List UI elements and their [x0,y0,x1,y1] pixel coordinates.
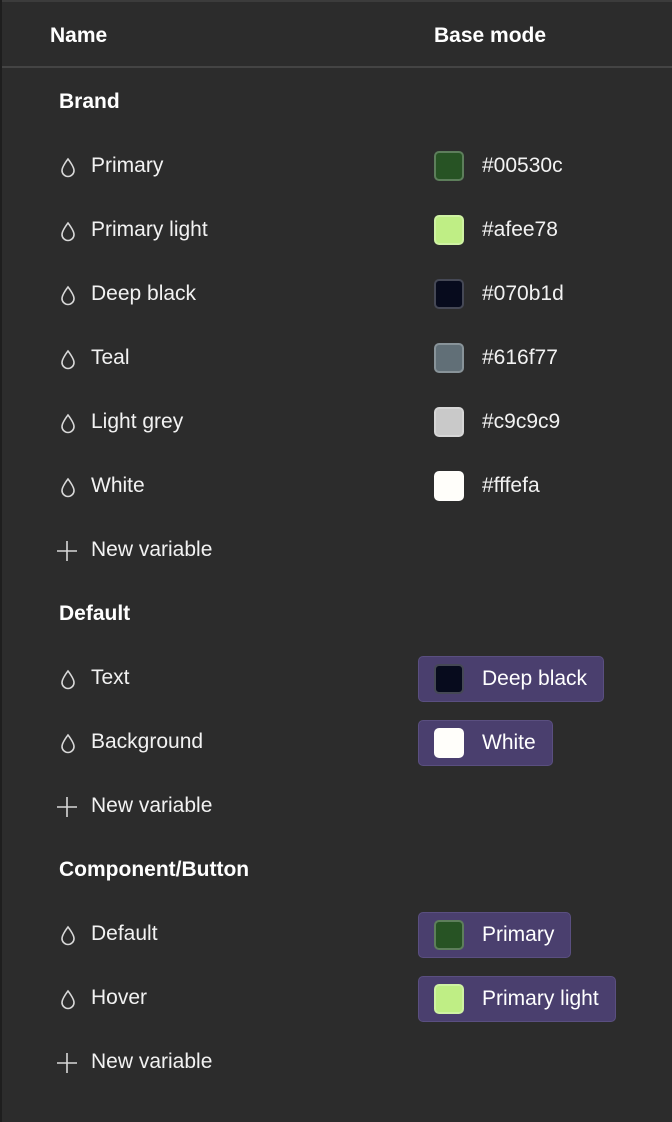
color-drop-icon [61,221,75,242]
variable-name[interactable]: Hover [91,986,147,1010]
color-hex-value[interactable]: #00530c [482,154,563,178]
color-drop-icon [61,285,75,306]
new-variable-label: New variable [91,1050,213,1073]
color-drop-icon [61,925,75,946]
variable-row-hover[interactable]: Hover Primary light [2,966,672,1030]
variable-name[interactable]: Background [91,730,203,754]
color-hex-value[interactable]: #fffefa [482,474,540,498]
column-header-name[interactable]: Name [50,24,107,48]
variable-row-primary-light[interactable]: Primary light #afee78 [2,198,672,262]
variable-row-default[interactable]: Default Primary [2,902,672,966]
variable-row-light-grey[interactable]: Light grey #c9c9c9 [2,390,672,454]
new-variable-label: New variable [91,538,213,561]
variable-name[interactable]: Text [91,666,130,690]
column-header-base-mode[interactable]: Base mode [434,24,546,48]
group-header-default[interactable]: Default [2,582,672,646]
alias-chip[interactable]: Deep black [418,656,605,702]
color-drop-icon [61,477,75,498]
alias-chip[interactable]: Primary light [418,976,616,1022]
plus-icon [57,541,77,561]
alias-label: Primary [482,923,555,946]
variable-name[interactable]: Primary [91,154,163,178]
variable-row-primary[interactable]: Primary #00530c [2,134,672,198]
alias-color-swatch [434,920,464,950]
variable-row-teal[interactable]: Teal #616f77 [2,326,672,390]
new-variable-button-component-button[interactable]: New variable [2,1030,672,1094]
variable-row-deep-black[interactable]: Deep black #070b1d [2,262,672,326]
color-hex-value[interactable]: #616f77 [482,346,558,370]
color-hex-value[interactable]: #afee78 [482,218,558,242]
group-title: Component/Button [59,858,250,881]
color-hex-value[interactable]: #c9c9c9 [482,410,560,434]
color-drop-icon [61,989,75,1010]
alias-label: Deep black [482,667,588,690]
plus-icon [57,1053,77,1073]
alias-color-swatch [434,728,464,758]
variable-name[interactable]: Light grey [91,410,183,434]
color-swatch[interactable] [434,151,464,181]
variable-row-white[interactable]: White #fffefa [2,454,672,518]
alias-color-swatch [434,664,464,694]
alias-color-swatch [434,984,464,1014]
plus-icon [57,797,77,817]
variable-name[interactable]: Deep black [91,282,196,306]
group-title: Brand [59,90,120,113]
variable-row-background[interactable]: Background White [2,710,672,774]
group-header-component-button[interactable]: Component/Button [2,838,672,902]
variable-row-text[interactable]: Text Deep black [2,646,672,710]
color-swatch[interactable] [434,471,464,501]
color-drop-icon [61,413,75,434]
group-title: Default [59,602,131,625]
new-variable-button-default[interactable]: New variable [2,774,672,838]
variable-name[interactable]: Teal [91,346,130,370]
new-variable-label: New variable [91,794,213,817]
alias-label: Primary light [482,987,599,1010]
alias-chip[interactable]: Primary [418,912,572,958]
color-swatch[interactable] [434,407,464,437]
color-swatch[interactable] [434,215,464,245]
color-swatch[interactable] [434,343,464,373]
color-drop-icon [61,733,75,754]
alias-chip[interactable]: White [418,720,553,766]
color-hex-value[interactable]: #070b1d [482,282,564,306]
color-swatch[interactable] [434,279,464,309]
variable-name[interactable]: Primary light [91,218,208,242]
color-drop-icon [61,669,75,690]
color-drop-icon [61,157,75,178]
alias-label: White [482,731,536,754]
variable-name[interactable]: Default [91,922,158,946]
variable-name[interactable]: White [91,474,145,498]
color-drop-icon [61,349,75,370]
table-header: Name Base mode [2,4,672,68]
new-variable-button-brand[interactable]: New variable [2,518,672,582]
group-header-brand[interactable]: Brand [2,70,672,134]
